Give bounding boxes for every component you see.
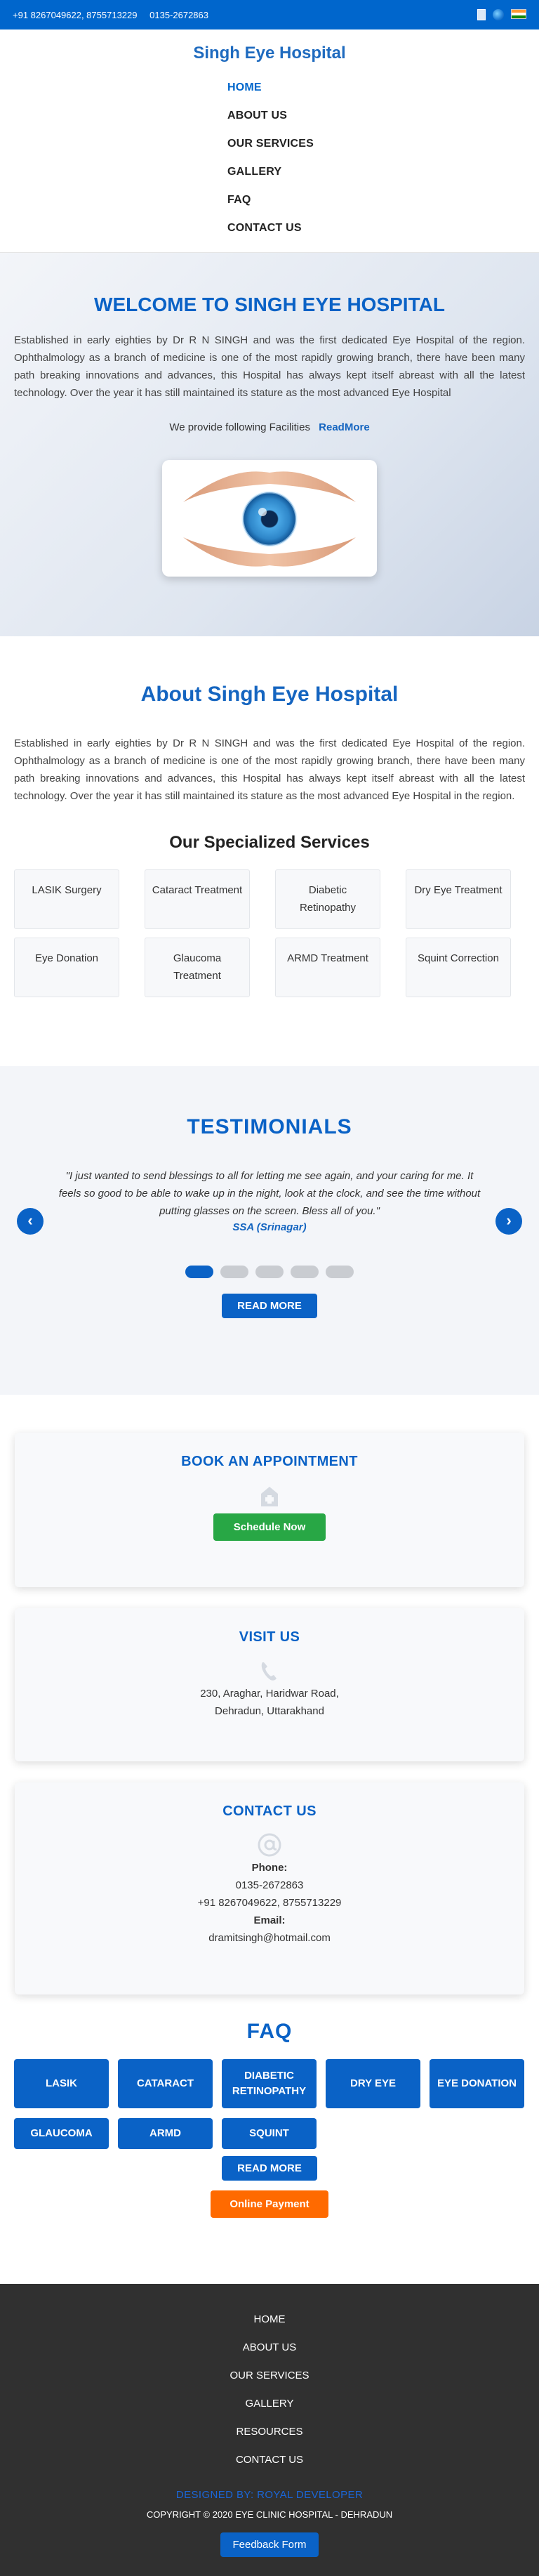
nav-contact-us[interactable]: CONTACT US	[227, 222, 539, 250]
welcome-section: WELCOME TO SINGH EYE HOSPITAL Establishe…	[0, 253, 539, 636]
site-footer: HOME ABOUT US OUR SERVICES GALLERY RESOU…	[0, 2284, 539, 2576]
faq-glaucoma-button[interactable]: GLAUCOMA	[14, 2118, 109, 2149]
carousel-dot[interactable]	[326, 1266, 354, 1278]
address-line-2: Dehradun, Uttarakhand	[215, 1705, 324, 1717]
phone-mobile[interactable]: +91 8267049622, 8755713229	[15, 1894, 524, 1912]
footer-link-about-us[interactable]: ABOUT US	[0, 2341, 539, 2370]
service-diabetic-retinopathy[interactable]: Diabetic Retinopathy	[275, 869, 380, 929]
service-lasik[interactable]: LASIK Surgery	[14, 869, 119, 929]
testimonials-read-more-button[interactable]: READ MORE	[222, 1294, 317, 1318]
footer-link-our-services[interactable]: OUR SERVICES	[0, 2370, 539, 2398]
visit-card: VISIT US 230, Araghar, Haridwar Road, De…	[15, 1608, 524, 1761]
footer-link-contact-us[interactable]: CONTACT US	[0, 2454, 539, 2482]
faq-eye-donation-button[interactable]: EYE DONATION	[430, 2059, 524, 2108]
service-armd[interactable]: ARMD Treatment	[275, 938, 380, 997]
service-eye-donation[interactable]: Eye Donation	[14, 938, 119, 997]
document-icon[interactable]	[477, 9, 486, 20]
eye-in-hands-illustration	[183, 471, 356, 567]
schedule-now-button[interactable]: Schedule Now	[213, 1513, 326, 1541]
faq-cataract-button[interactable]: CATARACT	[118, 2059, 213, 2108]
phone-landline[interactable]: 0135-2672863	[15, 1877, 524, 1894]
contact-card: CONTACT US Phone: 0135-2672863 +91 82670…	[15, 1782, 524, 1995]
carousel-prev-button[interactable]: ‹	[17, 1208, 44, 1235]
site-header: Singh Eye Hospital HOME ABOUT US OUR SER…	[0, 29, 539, 253]
faq-title: FAQ	[246, 2020, 293, 2043]
nav-gallery[interactable]: GALLERY	[227, 166, 539, 194]
testimonial-quote: "I just wanted to send blessings to all …	[58, 1170, 481, 1217]
online-payment-button[interactable]: Online Payment	[211, 2190, 328, 2218]
india-flag-icon[interactable]	[511, 9, 526, 19]
testimonials-section: TESTIMONIALS ‹ › "I just wanted to send …	[0, 1066, 539, 1395]
phone-handset-icon	[255, 1657, 284, 1685]
copyright-text: COPYRIGHT © 2020 EYE CLINIC HOSPITAL - D…	[146, 2509, 393, 2520]
nav-about-us[interactable]: ABOUT US	[227, 110, 539, 138]
carousel-dot[interactable]	[185, 1266, 213, 1278]
about-section: About Singh Eye Hospital Established in …	[0, 636, 539, 1066]
email-label: Email:	[253, 1914, 286, 1926]
faq-read-more-button[interactable]: READ MORE	[222, 2156, 317, 2181]
welcome-title: WELCOME TO SINGH EYE HOSPITAL	[94, 294, 445, 315]
faq-lasik-button[interactable]: LASIK	[14, 2059, 109, 2108]
at-sign-icon	[255, 1831, 284, 1859]
appointment-title: BOOK AN APPOINTMENT	[181, 1454, 358, 1469]
footer-nav: HOME ABOUT US OUR SERVICES GALLERY RESOU…	[0, 2313, 539, 2482]
facilities-line: We provide following Facilities ReadMore	[0, 421, 539, 433]
footer-link-resources[interactable]: RESOURCES	[0, 2426, 539, 2454]
top-bar: +91 8267049622, 8755713229 0135-2672863	[0, 0, 539, 29]
faq-section: FAQ LASIK CATARACT DIABETIC RETINOPATHY …	[0, 2016, 539, 2284]
service-cataract[interactable]: Cataract Treatment	[145, 869, 250, 929]
eye-hero-image	[162, 460, 377, 577]
appointment-card: BOOK AN APPOINTMENT Schedule Now	[15, 1433, 524, 1587]
about-text: Established in early eighties by Dr R N …	[14, 737, 525, 802]
top-bar-icons	[477, 9, 526, 20]
faq-armd-button[interactable]: ARMD	[118, 2118, 213, 2149]
services-grid: LASIK Surgery Cataract Treatment Diabeti…	[0, 869, 539, 997]
testimonial-author: SSA (Srinagar)	[232, 1221, 307, 1233]
about-title: About Singh Eye Hospital	[140, 683, 399, 706]
email-address[interactable]: dramitsingh@hotmail.com	[15, 1929, 524, 1947]
feedback-form-button[interactable]: Feedback Form	[220, 2532, 319, 2557]
service-dry-eye[interactable]: Dry Eye Treatment	[406, 869, 511, 929]
main-nav: HOME ABOUT US OUR SERVICES GALLERY FAQ C…	[227, 81, 539, 250]
testimonials-title: TESTIMONIALS	[187, 1115, 352, 1138]
top-bar-contact: +91 8267049622, 8755713229 0135-2672863	[13, 10, 218, 20]
services-title: Our Specialized Services	[169, 833, 370, 852]
carousel-indicators	[0, 1266, 539, 1278]
service-squint[interactable]: Squint Correction	[406, 938, 511, 997]
address-line-1: 230, Araghar, Haridwar Road,	[200, 1688, 339, 1700]
hospital-icon	[255, 1481, 284, 1509]
nav-faq[interactable]: FAQ	[227, 194, 539, 222]
site-brand[interactable]: Singh Eye Hospital	[0, 29, 539, 63]
faq-diabetic-retinopathy-button[interactable]: DIABETIC RETINOPATHY	[222, 2059, 317, 2108]
phone-label: Phone:	[251, 1862, 288, 1874]
info-cards: BOOK AN APPOINTMENT Schedule Now VISIT U…	[0, 1395, 539, 1995]
facilities-readmore-link[interactable]: ReadMore	[319, 421, 370, 433]
carousel-dot[interactable]	[220, 1266, 248, 1278]
faq-squint-button[interactable]: SQUINT	[222, 2118, 317, 2149]
nav-our-services[interactable]: OUR SERVICES	[227, 138, 539, 166]
visit-title: VISIT US	[239, 1629, 300, 1645]
service-glaucoma[interactable]: Glaucoma Treatment	[145, 938, 250, 997]
top-bar-landline[interactable]: 0135-2672863	[149, 10, 208, 20]
carousel-dot[interactable]	[255, 1266, 284, 1278]
facilities-text: We provide following Facilities	[169, 421, 310, 433]
top-bar-mobile[interactable]: +91 8267049622, 8755713229	[13, 10, 138, 20]
faq-dry-eye-button[interactable]: DRY EYE	[326, 2059, 420, 2108]
carousel-dot[interactable]	[291, 1266, 319, 1278]
designer-credit[interactable]: DESIGNED BY: ROYAL DEVELOPER	[0, 2489, 539, 2501]
carousel-next-button[interactable]: ›	[495, 1208, 522, 1235]
nav-home[interactable]: HOME	[227, 81, 539, 110]
contact-title: CONTACT US	[222, 1803, 317, 1819]
footer-link-home[interactable]: HOME	[0, 2313, 539, 2341]
welcome-text: Established in early eighties by Dr R N …	[14, 334, 525, 399]
footer-link-gallery[interactable]: GALLERY	[0, 2398, 539, 2426]
globe-icon[interactable]	[493, 9, 504, 20]
faq-grid: LASIK CATARACT DIABETIC RETINOPATHY DRY …	[0, 2059, 539, 2149]
